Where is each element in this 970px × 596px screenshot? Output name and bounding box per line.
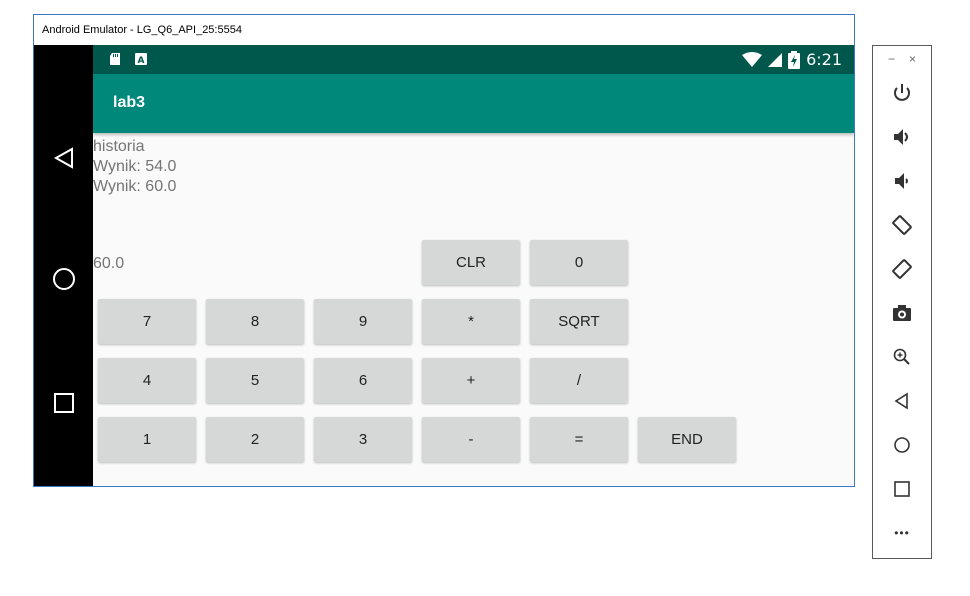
home-circle-icon (52, 268, 75, 290)
app-title: lab3 (113, 94, 146, 111)
digit-1-button[interactable]: 1 (98, 417, 196, 462)
side-overview-button[interactable] (887, 474, 917, 504)
digit-2-button[interactable]: 2 (206, 417, 304, 462)
back-icon (894, 392, 908, 410)
overview-icon (894, 481, 910, 497)
digit-5-button[interactable]: 5 (206, 358, 304, 403)
window-titlebar[interactable]: Android Emulator - LG_Q6_API_25:5554 (34, 15, 854, 45)
volume-up-icon (894, 129, 908, 145)
sd-card-icon (110, 53, 120, 65)
volume-down-button[interactable] (887, 166, 917, 196)
system-nav-bar (34, 45, 93, 486)
camera-icon (893, 305, 911, 321)
device-screen: A 6:21 lab3 historia Wynik: 54.0 Wynik: … (93, 45, 854, 486)
overview-square-icon (53, 393, 74, 413)
rotate-left-button[interactable] (887, 210, 917, 240)
keyboard-a-icon: A (135, 53, 147, 66)
multiply-button[interactable]: * (422, 299, 520, 344)
side-back-button[interactable] (887, 386, 917, 416)
volume-up-button[interactable] (887, 122, 917, 152)
back-triangle-icon (53, 147, 73, 169)
history-entry: Wynik: 60.0 (93, 178, 177, 195)
equals-button[interactable]: = (530, 417, 628, 462)
calculator-display: 60.0 (93, 255, 125, 272)
window-title: Android Emulator - LG_Q6_API_25:5554 (42, 24, 242, 36)
rotate-right-icon (892, 259, 912, 279)
minimize-button[interactable]: − (888, 52, 895, 66)
digit-6-button[interactable]: 6 (314, 358, 412, 403)
end-button[interactable]: END (638, 417, 736, 462)
home-icon (894, 437, 910, 453)
history-entry: Wynik: 54.0 (93, 158, 177, 175)
sqrt-button[interactable]: SQRT (530, 299, 628, 344)
nav-back-button[interactable] (34, 138, 93, 178)
app-toolbar: lab3 (93, 74, 854, 133)
nav-home-button[interactable] (34, 259, 93, 299)
power-button[interactable] (887, 78, 917, 108)
rotate-right-button[interactable] (887, 254, 917, 284)
status-time: 6:21 (806, 50, 842, 69)
more-button[interactable]: ••• (887, 518, 917, 548)
wifi-icon (742, 51, 763, 67)
close-button[interactable]: × (909, 52, 916, 66)
digit-7-button[interactable]: 7 (98, 299, 196, 344)
zoom-icon (893, 348, 910, 365)
plus-button[interactable]: + (422, 358, 520, 403)
divide-button[interactable]: / (530, 358, 628, 403)
screenshot-button[interactable] (887, 298, 917, 328)
digit-8-button[interactable]: 8 (206, 299, 304, 344)
digit-4-button[interactable]: 4 (98, 358, 196, 403)
history-label: historia (93, 138, 145, 155)
emulator-side-toolbar: − × ••• (872, 45, 932, 559)
side-home-button[interactable] (887, 430, 917, 460)
history-list: historia Wynik: 54.0 Wynik: 60.0 (93, 137, 176, 197)
rotate-left-icon (892, 215, 912, 235)
more-icon: ••• (894, 526, 910, 540)
power-icon (894, 84, 910, 101)
digit-9-button[interactable]: 9 (314, 299, 412, 344)
battery-charging-icon (788, 50, 801, 69)
clear-button[interactable]: CLR (422, 240, 520, 285)
volume-down-icon (895, 173, 908, 189)
signal-icon (768, 52, 783, 67)
digit-0-button[interactable]: 0 (530, 240, 628, 285)
svg-text:A: A (138, 56, 145, 66)
emulator-window: Android Emulator - LG_Q6_API_25:5554 A 6… (33, 14, 855, 487)
zoom-button[interactable] (887, 342, 917, 372)
digit-3-button[interactable]: 3 (314, 417, 412, 462)
minus-button[interactable]: - (422, 417, 520, 462)
status-bar: A 6:21 (93, 45, 854, 74)
nav-overview-button[interactable] (34, 383, 93, 423)
